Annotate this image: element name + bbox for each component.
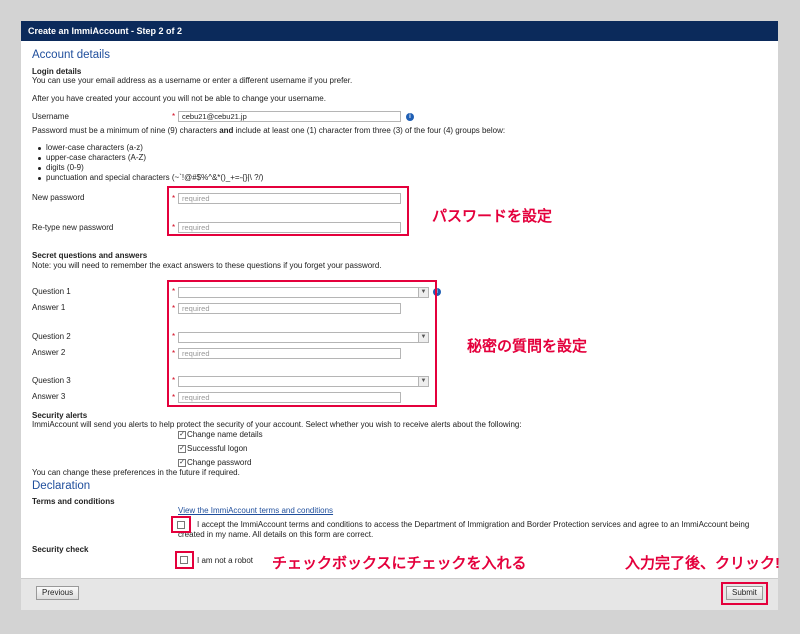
alert-checkbox-logon[interactable]: ✓ — [178, 445, 186, 453]
username-input[interactable]: cebu21@cebu21.jp — [178, 111, 401, 122]
bullet — [38, 157, 41, 160]
alert-option-label: Successful logon — [187, 444, 248, 453]
terms-checkbox-highlight — [171, 516, 191, 533]
answer-2-label: Answer 2 — [32, 348, 66, 357]
pw-group: upper-case characters (A-Z) — [46, 153, 147, 162]
bullet — [38, 167, 41, 170]
username-label: Username — [32, 112, 69, 121]
secret-annotation: 秘密の質問を設定 — [467, 338, 588, 355]
account-details-heading: Account details — [32, 49, 110, 61]
required-mark: * — [172, 112, 176, 121]
declaration-heading: Declaration — [32, 480, 91, 492]
terms-link[interactable]: View the ImmiAccount terms and condition… — [178, 506, 333, 516]
security-alerts-note: ImmiAccount will send you alerts to help… — [32, 420, 522, 429]
accept-terms-text-2: created in my name. All details on this … — [178, 530, 374, 539]
question-1-label: Question 1 — [32, 287, 71, 296]
alert-option-label: Change password — [187, 458, 252, 467]
previous-button[interactable]: Previous — [36, 586, 80, 600]
password-highlight-box — [167, 186, 409, 236]
form-window: Create an ImmiAccount - Step 2 of 2 Acco… — [21, 21, 780, 610]
bullet — [38, 147, 41, 150]
question-2-label: Question 2 — [32, 332, 71, 341]
robot-label: I am not a robot — [197, 556, 254, 565]
footer-bar: Previous Submit — [21, 578, 778, 610]
alerts-footer-note: You can change these preferences in the … — [32, 468, 240, 477]
window-title: Create an ImmiAccount - Step 2 of 2 — [21, 21, 778, 41]
secret-questions-heading: Secret questions and answers — [32, 251, 148, 260]
bullet — [38, 177, 41, 180]
info-icon[interactable]: i — [406, 113, 414, 121]
login-note-2: After you have created your account you … — [32, 94, 326, 103]
terms-heading: Terms and conditions — [32, 497, 115, 506]
submit-highlight-box — [721, 582, 768, 605]
answer-1-label: Answer 1 — [32, 303, 66, 312]
secret-questions-highlight-box — [167, 280, 437, 407]
submit-annotation: 入力完了後、クリック! — [625, 555, 780, 572]
pw-group: lower-case characters (a-z) — [46, 143, 143, 152]
retype-password-label: Re-type new password — [32, 223, 114, 232]
security-check-heading: Security check — [32, 545, 89, 554]
checkbox-annotation: チェックボックスにチェックを入れる — [272, 555, 527, 572]
robot-checkbox-highlight — [175, 551, 194, 569]
secret-note: Note: you will need to remember the exac… — [32, 261, 382, 270]
alert-checkbox-name[interactable]: ✓ — [178, 431, 186, 439]
new-password-label: New password — [32, 193, 85, 202]
question-3-label: Question 3 — [32, 376, 71, 385]
password-annotation: パスワードを設定 — [432, 208, 553, 225]
password-rule: Password must be a minimum of nine (9) c… — [32, 126, 506, 135]
alert-option-label: Change name details — [187, 430, 263, 439]
login-note: You can use your email address as a user… — [32, 76, 353, 85]
pw-group: digits (0-9) — [46, 163, 84, 172]
pw-group: punctuation and special characters (~`!@… — [46, 173, 264, 182]
answer-3-label: Answer 3 — [32, 392, 66, 401]
accept-terms-text: I accept the ImmiAccount terms and condi… — [197, 520, 750, 529]
alert-checkbox-password[interactable]: ✓ — [178, 459, 186, 467]
